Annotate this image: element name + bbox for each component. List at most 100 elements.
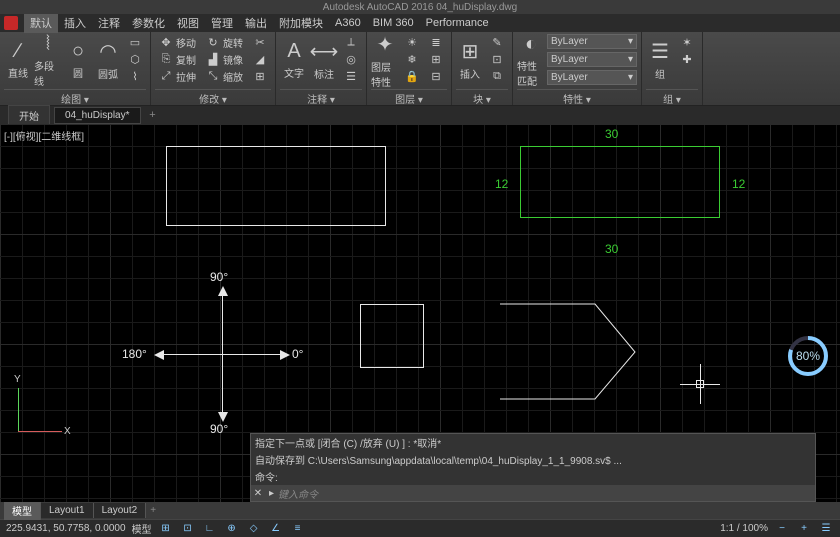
menu-addons[interactable]: 附加模块 <box>273 13 329 33</box>
plus-icon: ✚ <box>680 53 694 66</box>
match-props-button[interactable]: ◐特性匹配 <box>517 34 545 86</box>
lineweight-toggle[interactable]: ≡ <box>290 522 306 536</box>
white-rectangle-1[interactable] <box>166 146 386 226</box>
menu-annotate[interactable]: 注释 <box>92 13 126 33</box>
polyline-button[interactable]: ⦚多段线 <box>34 34 62 86</box>
fillet-button[interactable]: ◢ <box>249 51 271 67</box>
util2-button[interactable]: ✚ <box>676 51 698 67</box>
customize-button[interactable]: ☰ <box>818 522 834 536</box>
menu-output[interactable]: 输出 <box>239 13 273 33</box>
layout-tab-model[interactable]: 模型 <box>4 501 41 520</box>
grid-toggle[interactable]: ⊞ <box>158 522 174 536</box>
line-button[interactable]: ∕直线 <box>4 34 32 86</box>
trim-button[interactable]: ✂ <box>249 34 271 50</box>
text-button[interactable]: A文字 <box>280 34 308 86</box>
layer-add-button[interactable]: ⊞ <box>425 51 447 67</box>
layout-tab-1[interactable]: Layout1 <box>41 503 94 518</box>
layout-tab-2[interactable]: Layout2 <box>94 503 147 518</box>
array-icon: ⊞ <box>253 70 267 83</box>
panel-block-title[interactable]: 块 ▾ <box>456 89 508 103</box>
menu-insert[interactable]: 插入 <box>58 13 92 33</box>
white-square[interactable] <box>360 304 424 368</box>
rotate-button[interactable]: ↻旋转 <box>202 34 247 50</box>
block-edit-button[interactable]: ✎ <box>486 34 508 50</box>
leader-icon: ⟂ <box>344 36 358 49</box>
block-insert-button[interactable]: ⊞插入 <box>456 34 484 86</box>
polygon-icon: ⬡ <box>128 53 142 66</box>
menu-view[interactable]: 视图 <box>171 13 205 33</box>
chevron-down-icon: ▾ <box>628 72 633 83</box>
panel-group-title[interactable]: 组 ▾ <box>646 89 698 103</box>
snap-toggle[interactable]: ⊡ <box>180 522 196 536</box>
zoom-in-button[interactable]: + <box>796 522 812 536</box>
stretch-button[interactable]: ⤢拉伸 <box>155 68 200 84</box>
arrow-up-icon <box>218 286 228 296</box>
panel-layers-title[interactable]: 图层 ▾ <box>371 89 447 103</box>
status-space[interactable]: 模型 <box>132 521 152 536</box>
linetype-dropdown[interactable]: ByLayer▾ <box>547 70 637 85</box>
center-mark-button[interactable]: ◎ <box>340 51 362 67</box>
polar-toggle[interactable]: ⊕ <box>224 522 240 536</box>
mirror-button[interactable]: ▟镜像 <box>202 51 247 67</box>
move-button[interactable]: ✥移动 <box>155 34 200 50</box>
dimension-button[interactable]: ⟷标注 <box>310 34 338 86</box>
layer-list-button[interactable]: ≣ <box>425 34 447 50</box>
group-button[interactable]: ☰组 <box>646 34 674 86</box>
panel-block: ⊞插入 ✎ ⊡ ⧉ 块 ▾ <box>452 32 513 105</box>
color-dropdown[interactable]: ByLayer▾ <box>547 34 637 49</box>
osnap-toggle[interactable]: ◇ <box>246 522 262 536</box>
layer-remove-button[interactable]: ⊟ <box>425 68 447 84</box>
arc-button[interactable]: ◠圆弧 <box>94 34 122 86</box>
layer-props-button[interactable]: ✦图层特性 <box>371 34 399 86</box>
match-props-icon: ◐ <box>525 33 537 56</box>
command-close-button[interactable]: ✕ <box>251 488 265 499</box>
util1-button[interactable]: ✶ <box>676 34 698 50</box>
copy-button[interactable]: ⎘复制 <box>155 51 200 67</box>
drawing-canvas[interactable]: [-][俯视][二维线框] 30 30 12 12 90° 90° 180° 0… <box>0 124 840 502</box>
app-icon[interactable] <box>4 16 18 30</box>
arrow-polyline[interactable] <box>500 304 640 407</box>
leader-button[interactable]: ⟂ <box>340 34 362 50</box>
doc-tab-current[interactable]: 04_huDisplay* <box>54 107 141 124</box>
rectangle-button[interactable]: ▭ <box>124 34 146 50</box>
circle-button[interactable]: ○圆 <box>64 34 92 86</box>
panel-properties-title[interactable]: 特性 ▾ <box>517 89 637 103</box>
menu-performance[interactable]: Performance <box>420 15 495 31</box>
green-rectangle[interactable] <box>520 146 720 218</box>
layout-tab-add[interactable]: + <box>146 505 160 516</box>
panel-annotate-title[interactable]: 注释 ▾ <box>280 89 362 103</box>
block-create-button[interactable]: ⊡ <box>486 51 508 67</box>
compass[interactable]: 90° 90° 180° 0° <box>140 274 310 444</box>
array-button[interactable]: ⊞ <box>249 68 271 84</box>
spline-button[interactable]: ⌇ <box>124 68 146 84</box>
doc-tab-start[interactable]: 开始 <box>8 105 50 126</box>
status-zoom[interactable]: 1:1 / 100% <box>720 523 768 534</box>
layer-lock-button[interactable]: 🔒 <box>401 68 423 84</box>
menu-parametric[interactable]: 参数化 <box>126 13 171 33</box>
command-window[interactable]: 指定下一点或 [闭合 (C) /放弃 (U) ] : *取消* 自动保存到 C:… <box>250 433 816 502</box>
arc-icon: ◠ <box>99 39 116 64</box>
block-attr-button[interactable]: ⧉ <box>486 68 508 84</box>
line-icon: ∕ <box>16 40 19 63</box>
layer-on-button[interactable]: ☀ <box>401 34 423 50</box>
doc-tab-add[interactable]: + <box>145 108 161 122</box>
menu-a360[interactable]: A360 <box>329 15 367 31</box>
panel-modify-title[interactable]: 修改 ▾ <box>155 89 271 103</box>
lock-icon: 🔒 <box>405 70 419 83</box>
lineweight-dropdown[interactable]: ByLayer▾ <box>547 52 637 67</box>
command-input[interactable]: 键入命令 <box>278 486 318 501</box>
chevron-down-icon: ▾ <box>628 36 633 47</box>
panel-draw-title[interactable]: 绘图 ▾ <box>4 89 146 103</box>
otrack-toggle[interactable]: ∠ <box>268 522 284 536</box>
viewport-label[interactable]: [-][俯视][二维线框] <box>4 128 84 143</box>
layer-freeze-button[interactable]: ❄ <box>401 51 423 67</box>
ortho-toggle[interactable]: ∟ <box>202 522 218 536</box>
menu-bim360[interactable]: BIM 360 <box>367 15 420 31</box>
polygon-button[interactable]: ⬡ <box>124 51 146 67</box>
zoom-out-button[interactable]: − <box>774 522 790 536</box>
dim-left: 12 <box>495 177 508 191</box>
scale-button[interactable]: ⤡缩放 <box>202 68 247 84</box>
menu-manage[interactable]: 管理 <box>205 13 239 33</box>
table-button[interactable]: ☰ <box>340 68 362 84</box>
menu-default[interactable]: 默认 <box>24 13 58 33</box>
